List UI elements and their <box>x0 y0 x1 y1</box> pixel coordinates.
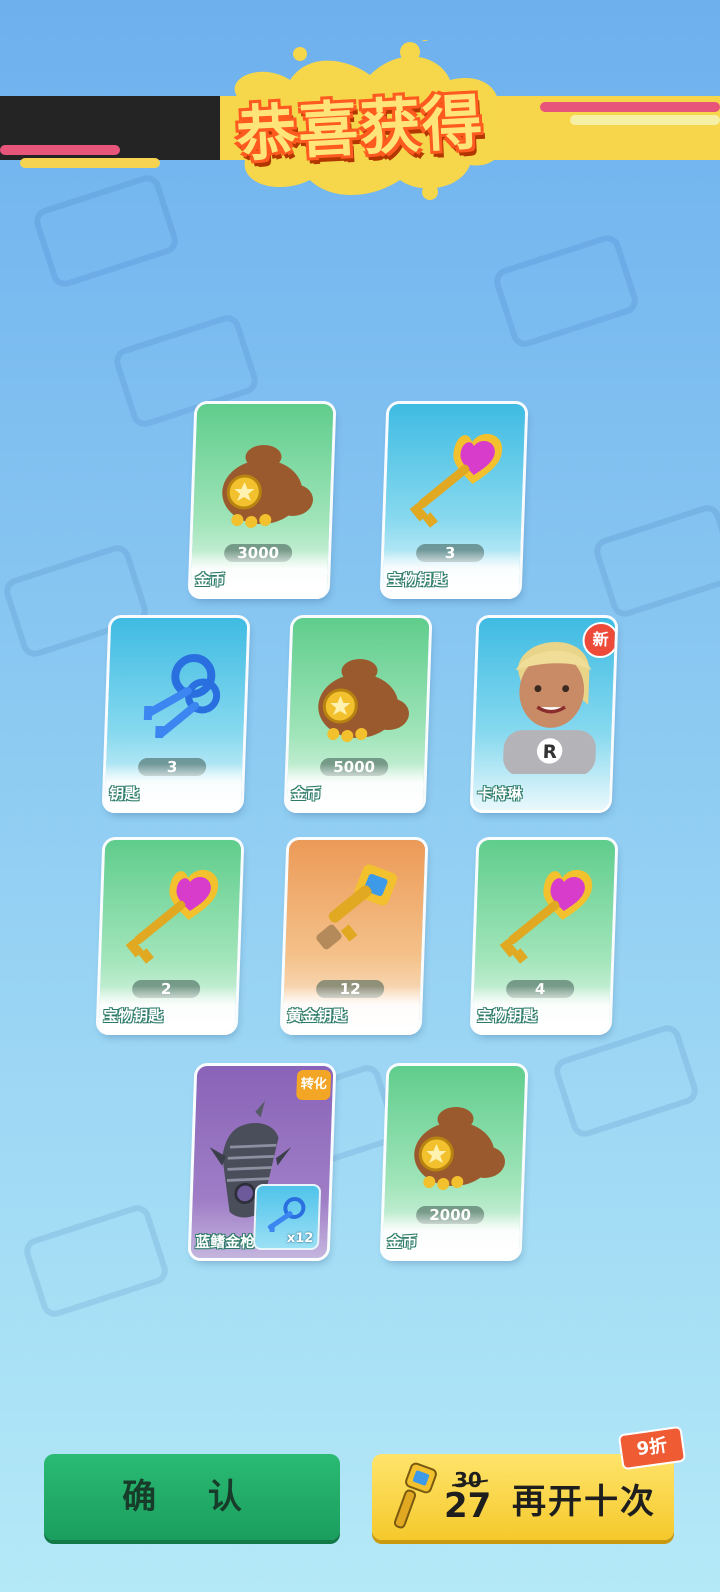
svg-text:R: R <box>542 742 557 763</box>
heart-key-icon <box>499 869 593 964</box>
blue-keys-icon <box>143 654 221 739</box>
heart-key-icon <box>409 433 503 528</box>
reward-card-treasure-key-4: 4 宝物钥匙 <box>472 840 616 1032</box>
reward-label: 金币 <box>290 785 322 803</box>
converted-keys-tile: x12 <box>252 1184 322 1250</box>
coin-bag-icon <box>222 445 314 528</box>
reward-card-treasure-key-3: 3 宝物钥匙 <box>382 404 526 596</box>
reward-label: 宝物钥匙 <box>476 1007 538 1025</box>
gold-key-icon <box>316 864 398 950</box>
reward-card-gold-key-12: 12 黄金钥匙 <box>282 840 426 1032</box>
new-badge: 新 <box>581 622 616 658</box>
heart-key-icon <box>125 869 219 964</box>
gold-key-icon <box>393 1462 437 1529</box>
reward-label: 黄金钥匙 <box>286 1007 348 1025</box>
reward-card-coins-5000: 5000 金币 <box>286 618 430 810</box>
arrow-right-yellow <box>570 115 720 125</box>
reward-label: 卡特琳 <box>476 785 523 803</box>
reward-label: 钥匙 <box>108 785 140 803</box>
reward-label: 宝物钥匙 <box>386 571 448 589</box>
banner-title: 恭喜获得 <box>234 87 486 171</box>
convert-badge: 转化 <box>296 1070 332 1100</box>
open-ten-again-label: 再开十次 <box>512 1482 656 1522</box>
reward-card-coins-3000: 3000 金币 <box>190 404 334 596</box>
reward-card-keys-3: 3 钥匙 <box>104 618 248 810</box>
congrats-banner: 恭喜获得 <box>0 40 720 220</box>
coin-bag-icon <box>318 659 410 742</box>
reward-card-character: R 新 卡特琳 <box>472 618 616 810</box>
arrow-left-yellow <box>20 158 160 168</box>
reward-card-coins-2000: 2000 金币 <box>382 1066 526 1258</box>
arrow-right-pink <box>540 102 720 112</box>
reward-label: 宝物钥匙 <box>102 1007 164 1025</box>
discount-badge: 9折 <box>617 1425 687 1471</box>
coin-bag-icon <box>414 1107 506 1190</box>
discounted-price: 27 <box>444 1486 492 1526</box>
confirm-button[interactable]: 确 认 <box>44 1454 340 1540</box>
reward-label: 金币 <box>194 571 226 589</box>
arrow-left-pink <box>0 145 120 155</box>
reward-card-treasure-key-2: 2 宝物钥匙 <box>98 840 242 1032</box>
reward-label: 金币 <box>386 1233 418 1251</box>
reward-label: 蓝鳍金枪 <box>194 1233 256 1251</box>
reward-card-bluefin-board: 转化 蓝鳍金枪 x12 <box>190 1066 334 1258</box>
open-ten-again-button[interactable]: 30 27 再开十次 9折 <box>372 1425 687 1540</box>
converted-count: x12 <box>286 1231 314 1246</box>
